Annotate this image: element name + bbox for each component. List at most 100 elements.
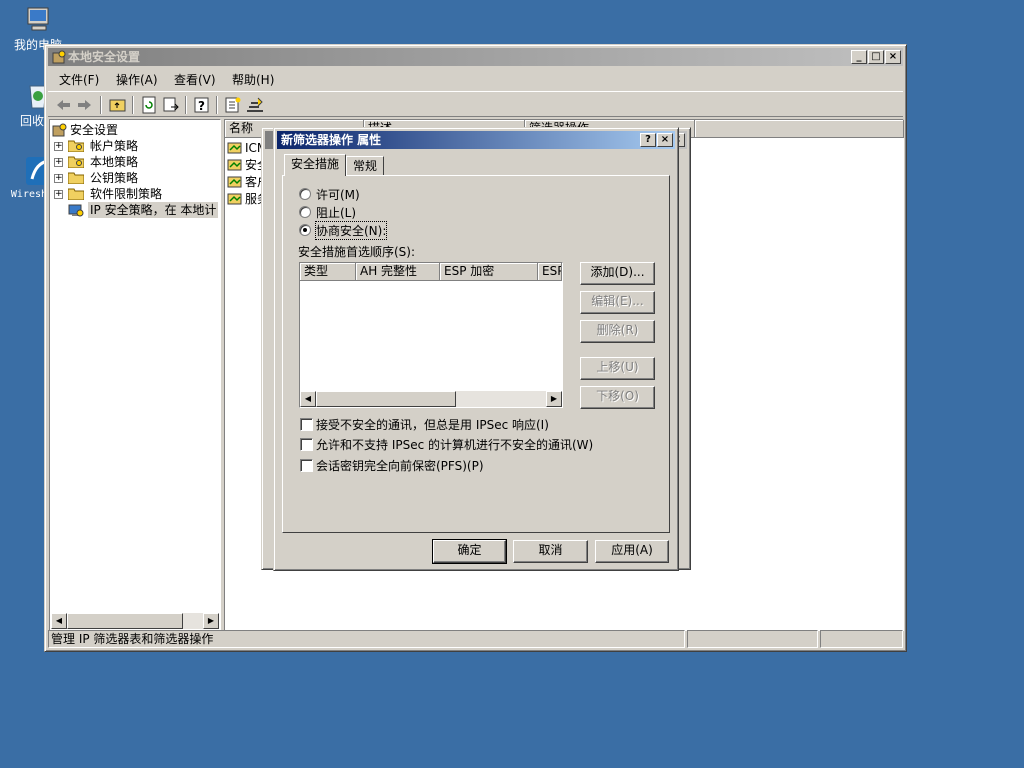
- expand-icon[interactable]: +: [54, 158, 63, 167]
- svg-text:?: ?: [198, 99, 205, 113]
- column-header-ah-integrity[interactable]: AH 完整性: [356, 263, 440, 281]
- filter-action-icon: [227, 175, 243, 193]
- expand-icon[interactable]: +: [54, 174, 63, 183]
- radio-block[interactable]: [299, 206, 311, 218]
- minimize-button[interactable]: _: [851, 50, 867, 64]
- scroll-right-arrow-icon[interactable]: ▶: [203, 613, 219, 629]
- help-button[interactable]: ?: [192, 95, 212, 115]
- close-icon[interactable]: ×: [657, 133, 673, 147]
- remove-button[interactable]: 删除(R): [580, 320, 655, 343]
- maximize-button[interactable]: □: [868, 50, 884, 64]
- toolbar-separator: [216, 96, 218, 114]
- expand-icon[interactable]: +: [54, 142, 63, 151]
- radio-permit-label[interactable]: 许可(M): [316, 186, 360, 203]
- filter-action-properties-dialog: 新筛选器操作 属性 ? × 安全措施 常规 许可(M) 阻止(L) 协商安全(N…: [273, 127, 679, 571]
- cancel-button[interactable]: 取消: [513, 540, 588, 563]
- help-icon[interactable]: ?: [640, 133, 656, 147]
- toolbar: ?: [48, 91, 903, 117]
- tab-security-methods[interactable]: 安全措施: [284, 154, 347, 176]
- tree-horizontal-scrollbar[interactable]: ◀ ▶: [51, 613, 219, 629]
- radio-negotiate-label[interactable]: 协商安全(N):: [314, 221, 388, 240]
- tab-panel: 许可(M) 阻止(L) 协商安全(N): 安全措施首选顺序(S): 类型 AH …: [282, 175, 670, 533]
- refresh-button[interactable]: [139, 95, 159, 115]
- checkbox-accept-unsecured-label[interactable]: 接受不安全的通讯，但总是用 IPSec 响应(I): [316, 416, 549, 433]
- column-header-esp[interactable]: ESP: [538, 263, 562, 281]
- security-methods-table[interactable]: 类型 AH 完整性 ESP 加密 ESP ◀ ▶: [299, 262, 563, 408]
- local-security-icon: [51, 49, 67, 65]
- create-policy-button[interactable]: [223, 95, 243, 115]
- up-level-button[interactable]: [108, 95, 128, 115]
- tree-pane: 安全设置 + 帐户策略 + 本地策略 + 公钥策略 + 软件限制策略 IP 安全…: [49, 119, 221, 631]
- toolbar-separator: [185, 96, 187, 114]
- column-header-type[interactable]: 类型: [300, 263, 356, 281]
- refresh-icon: [142, 96, 156, 114]
- edit-button[interactable]: 编辑(E)...: [580, 291, 655, 314]
- export-icon: [163, 97, 179, 112]
- folder-key-icon: [67, 155, 85, 169]
- main-window-title: 本地安全设置: [68, 50, 141, 64]
- add-button[interactable]: 添加(D)...: [580, 262, 655, 285]
- order-label: 安全措施首选顺序(S):: [298, 245, 416, 259]
- folder-icon: [67, 171, 85, 185]
- checkbox-allow-unsecured-label[interactable]: 允许和不支持 IPSec 的计算机进行不安全的通讯(W): [316, 436, 593, 453]
- radio-negotiate-security[interactable]: [299, 224, 311, 236]
- menu-action[interactable]: 操作(A): [116, 71, 158, 88]
- tree-item-label: 公钥策略: [90, 171, 139, 185]
- checkbox-pfs-label[interactable]: 会话密钥完全向前保密(PFS)(P): [316, 457, 484, 474]
- tree-item-label: 软件限制策略: [90, 187, 163, 201]
- expand-icon[interactable]: +: [54, 190, 63, 199]
- menu-bar: 文件(F) 操作(A) 查看(V) 帮助(H): [48, 67, 903, 89]
- move-down-button[interactable]: 下移(O): [580, 386, 655, 409]
- table-horizontal-scrollbar[interactable]: ◀ ▶: [300, 391, 562, 407]
- help-icon: ?: [194, 97, 209, 113]
- computer-icon: [22, 4, 54, 36]
- export-list-button[interactable]: [161, 95, 181, 115]
- tree-item-label: 本地策略: [90, 155, 139, 169]
- checkbox-pfs[interactable]: [300, 459, 313, 472]
- menu-help[interactable]: 帮助(H): [232, 71, 274, 88]
- new-item-icon: [225, 97, 241, 113]
- folder-up-icon: [109, 99, 126, 112]
- arrow-right-icon: [78, 100, 91, 110]
- status-panel-2: [687, 630, 818, 648]
- folder-key-icon: [67, 139, 85, 153]
- filter-action-icon: [227, 141, 243, 159]
- folder-icon: [67, 187, 85, 201]
- move-up-button[interactable]: 上移(U): [580, 357, 655, 380]
- status-panel-3: [820, 630, 903, 648]
- tree-item-label: 帐户策略: [90, 139, 139, 153]
- forward-button[interactable]: [75, 95, 95, 115]
- main-title-bar[interactable]: 本地安全设置 _ □ ×: [48, 48, 903, 66]
- column-header-esp-encryption[interactable]: ESP 加密: [440, 263, 538, 281]
- tree-item-label: IP 安全策略，在 本地计: [88, 202, 219, 218]
- dialog-title: 新筛选器操作 属性: [281, 133, 382, 147]
- checkbox-accept-unsecured[interactable]: [300, 418, 313, 431]
- status-bar: 管理 IP 筛选器表和筛选器操作: [48, 628, 903, 648]
- checkbox-allow-unsecured[interactable]: [300, 438, 313, 451]
- ok-button[interactable]: 确定: [432, 539, 507, 564]
- tree-item-label: 安全设置: [70, 123, 119, 137]
- dialog-title-bar[interactable]: 新筛选器操作 属性 ? ×: [277, 131, 675, 149]
- security-settings-icon: [52, 123, 68, 141]
- radio-permit[interactable]: [299, 188, 311, 200]
- radio-block-label[interactable]: 阻止(L): [316, 204, 356, 221]
- toolbar-separator: [100, 96, 102, 114]
- scroll-left-arrow-icon[interactable]: ◀: [51, 613, 67, 629]
- desktop-icon-my-computer[interactable]: 我的电脑: [3, 4, 73, 52]
- scroll-left-arrow-icon[interactable]: ◀: [300, 391, 316, 407]
- toolbar-separator: [132, 96, 134, 114]
- menu-file[interactable]: 文件(F): [59, 71, 99, 88]
- back-button[interactable]: [53, 95, 73, 115]
- tab-general[interactable]: 常规: [346, 156, 385, 176]
- apply-button[interactable]: 应用(A): [595, 540, 669, 563]
- close-button[interactable]: ×: [885, 50, 901, 64]
- radio-selected-dot: [303, 228, 307, 232]
- status-text: 管理 IP 筛选器表和筛选器操作: [48, 630, 685, 648]
- manage-filter-icon: [247, 97, 263, 112]
- menu-view[interactable]: 查看(V): [174, 71, 216, 88]
- scroll-thumb[interactable]: [67, 613, 183, 629]
- scroll-thumb[interactable]: [316, 391, 456, 407]
- filter-action-icon: [227, 192, 243, 210]
- scroll-right-arrow-icon[interactable]: ▶: [546, 391, 562, 407]
- manage-filters-button[interactable]: [245, 95, 265, 115]
